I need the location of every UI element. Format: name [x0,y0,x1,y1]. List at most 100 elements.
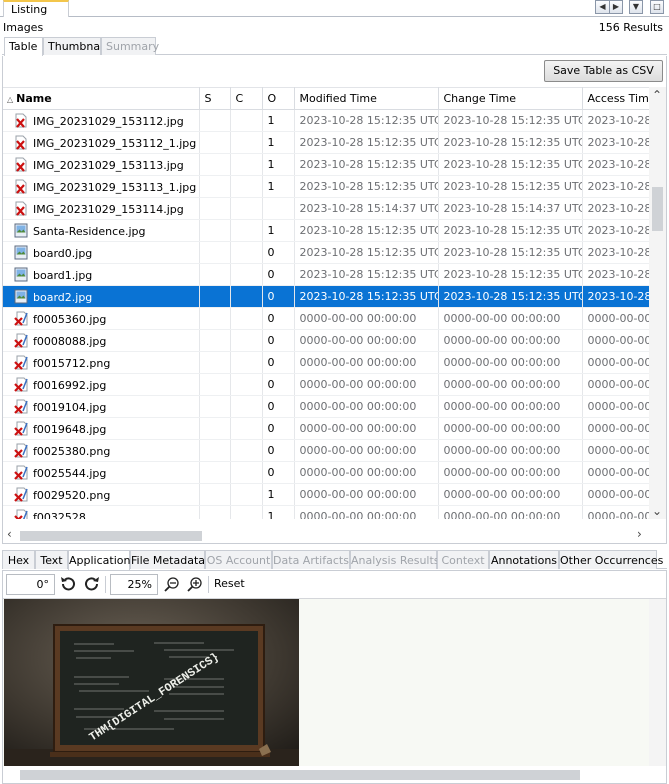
table-row[interactable]: f0025380.png 0 0000-00-00 00:00:00 0000-00-… [3,439,649,462]
file-name-cell: f0029520.png [3,483,200,506]
table-row[interactable]: board1.jpg 0 2023-10-28 15:12:35 UTC 2023-1… [3,263,649,286]
scroll-down-icon[interactable]: ⌄ [652,505,662,517]
access-time-cell: 0000-00-00 0 [582,329,649,352]
modified-time-cell: 2023-10-28 15:12:35 UTC [294,109,439,132]
table-row[interactable]: board2.jpg 0 2023-10-28 15:12:35 UTC 2023-1… [3,285,649,308]
toolbar-separator [105,576,106,593]
occurrences-cell: 0 [262,373,295,396]
comment-cell [230,483,263,506]
zoom-field[interactable]: 25% [110,574,158,595]
occurrences-cell: 0 [262,417,295,440]
score-cell [199,131,231,154]
scroll-up-icon[interactable]: ⌃ [652,89,662,101]
table-row[interactable]: f0005360.jpg 0 0000-00-00 00:00:00 0000-00-… [3,307,649,330]
table-row[interactable]: IMG_20231029_153112.jpg 1 2023-10-28 15:12… [3,109,649,132]
file-name-cell: IMG_20231029_153112_1.jpg [3,131,200,154]
access-time-cell: 0000-00-00 0 [582,483,649,506]
table-row[interactable]: f0029520.png 1 0000-00-00 00:00:00 0000-00-… [3,483,649,506]
column-header-name[interactable]: △ Name [3,87,200,110]
scroll-right-icon[interactable]: › [637,528,642,540]
score-cell [199,461,231,484]
tab-annotations[interactable]: Annotations [489,550,559,569]
tab-file-metadata[interactable]: File Metadata [130,550,205,569]
modified-time-cell: 2023-10-28 15:12:35 UTC [294,153,439,176]
tab-thumbnail[interactable]: Thumbnail [43,37,106,55]
reset-button[interactable]: Reset [214,577,245,590]
table-row[interactable]: f0019104.jpg 0 0000-00-00 00:00:00 0000-00-… [3,395,649,418]
table-row[interactable]: f0016992.jpg 0 0000-00-00 00:00:00 0000-00-… [3,373,649,396]
score-cell [199,505,231,519]
table-vertical-scroll-thumb[interactable] [652,187,663,231]
table-row[interactable]: f0019648.jpg 0 0000-00-00 00:00:00 0000-00-… [3,417,649,440]
file-name-cell: board2.jpg [3,285,200,308]
scroll-left-icon[interactable]: ‹ [7,528,12,540]
carved-file-icon [14,487,28,502]
table-row[interactable]: Santa-Residence.jpg 1 2023-10-28 15:12:35 … [3,219,649,242]
column-header-access-time[interactable]: Access Time [582,87,649,110]
tab-table[interactable]: Table [4,37,43,56]
column-header-s[interactable]: S [199,87,231,110]
file-name-label: IMG_20231029_153112.jpg [33,115,184,128]
column-header-o[interactable]: O [262,87,295,110]
occurrences-cell: 0 [262,285,295,308]
tab-context: Context [437,550,489,569]
file-name-cell: IMG_20231029_153113.jpg [3,153,200,176]
tab-text[interactable]: Text [35,550,68,569]
score-cell [199,241,231,264]
rotation-field[interactable]: 0° [6,574,55,595]
zoom-out-icon[interactable] [163,575,181,593]
change-time-cell: 2023-10-28 15:12:35 UTC [438,131,583,154]
comment-cell [230,153,263,176]
next-arrow-icon[interactable]: ▶ [609,0,623,14]
carved-file-icon [14,355,28,370]
column-header-c[interactable]: C [230,87,263,110]
table-row[interactable]: f0015712.png 0 0000-00-00 00:00:00 0000-00-… [3,351,649,374]
table-vertical-scrollbar[interactable]: ⌃ ⌄ [649,87,666,519]
access-time-cell: 2023-10-28 1 [582,131,649,154]
viewer-horizontal-scrollbar[interactable] [3,766,666,783]
previous-arrow-icon[interactable]: ◀ [595,0,609,14]
table-row[interactable]: f0025544.jpg 0 0000-00-00 00:00:00 0000-00-… [3,461,649,484]
table-header-row: △ Name S C O Modified Time Change Time Ac… [3,87,649,110]
comment-cell [230,109,263,132]
zoom-in-icon[interactable] [186,575,204,593]
change-time-cell: 2023-10-28 15:14:37 UTC [438,197,583,220]
score-cell [199,329,231,352]
file-name-label: IMG_20231029_153113_1.jpg [33,181,197,194]
content-viewer-tabs: Hex Text Application File Metadata OS Ac… [2,550,667,570]
table-row[interactable]: IMG_20231029_153113_1.jpg 1 2023-10-28 15:… [3,175,649,198]
column-header-change-time[interactable]: Change Time [438,87,583,110]
column-header-modified-time[interactable]: Modified Time [294,87,439,110]
tab-other-occurrences[interactable]: Other Occurrences [559,550,663,569]
score-cell [199,351,231,374]
viewer-vertical-scrollbar[interactable] [649,599,666,767]
score-cell [199,373,231,396]
modified-time-cell: 2023-10-28 15:12:35 UTC [294,131,439,154]
modified-time-cell: 2023-10-28 15:12:35 UTC [294,175,439,198]
table-row[interactable]: f0032528... 1 0000-00-00 00:00:00 0000-00-0… [3,505,649,519]
carved-file-icon [14,377,28,392]
viewer-horizontal-scroll-thumb[interactable] [20,770,580,780]
tab-listing[interactable]: Listing [3,0,69,17]
table-horizontal-scroll-thumb[interactable] [20,531,202,541]
table-row[interactable]: board0.jpg 0 2023-10-28 15:12:35 UTC 2023-1… [3,241,649,264]
table-row[interactable]: IMG_20231029_153112_1.jpg 1 2023-10-28 15:… [3,131,649,154]
file-name-label: Santa-Residence.jpg [33,225,146,238]
table-horizontal-scrollbar[interactable]: ‹ › [3,526,649,543]
tab-application[interactable]: Application [68,550,130,570]
maximize-icon[interactable]: □ [650,0,664,14]
table-row[interactable]: f0008088.jpg 0 0000-00-00 00:00:00 0000-00-… [3,329,649,352]
rotate-left-icon[interactable] [59,575,77,593]
rotate-right-icon[interactable] [83,575,101,593]
column-header-label: Name [16,92,52,105]
file-name-cell: board0.jpg [3,241,200,264]
save-table-csv-button[interactable]: Save Table as CSV [544,60,663,82]
table-row[interactable]: IMG_20231029_153114.jpg 2023-10-28 15:14:… [3,197,649,220]
tab-hex[interactable]: Hex [2,550,35,569]
tab-data-artifacts: Data Artifacts [272,550,350,569]
table-row[interactable]: IMG_20231029_153113.jpg 1 2023-10-28 15:12… [3,153,649,176]
modified-time-cell: 0000-00-00 00:00:00 [294,329,439,352]
dropdown-arrow-icon[interactable]: ▼ [629,0,643,14]
access-time-cell: 0000-00-00 0 [582,395,649,418]
modified-time-cell: 0000-00-00 00:00:00 [294,395,439,418]
